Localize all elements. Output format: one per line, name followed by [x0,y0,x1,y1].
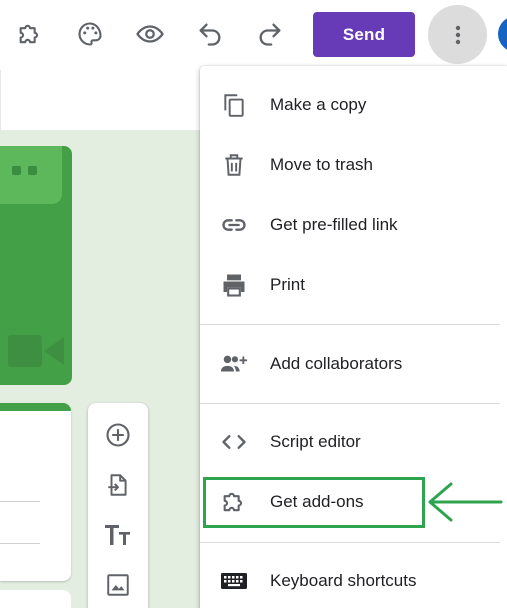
side-toolbar [88,403,148,608]
menu-item-add-collaborators[interactable]: Add collaborators [200,336,500,392]
image-icon[interactable] [100,567,136,603]
preview-eye-icon[interactable] [132,16,168,52]
add-people-icon [220,350,248,378]
printer-icon [220,271,248,299]
link-icon [220,211,248,239]
answer-line [0,501,40,502]
menu-item-label: Move to trash [270,155,373,174]
undo-icon[interactable] [192,16,228,52]
more-vert-icon [455,25,460,44]
top-toolbar: Send [0,0,507,70]
palette-icon[interactable] [72,16,108,52]
header-dot [28,166,37,175]
question-card[interactable] [0,590,71,608]
code-icon [220,428,248,456]
add-question-icon[interactable] [100,417,136,453]
answer-line [0,543,40,544]
menu-item-make-a-copy[interactable]: Make a copy [200,77,500,133]
video-camera-icon [8,335,64,367]
menu-item-label: Add collaborators [270,354,403,373]
more-options-button[interactable] [428,5,487,64]
forms-editor: Send Make a copy Move to trash Get pre-f… [0,0,507,608]
menu-item-label: Get pre-filled link [270,215,398,234]
menu-divider [200,324,500,325]
header-decoration [0,146,62,204]
form-header-card [0,146,72,385]
title-text-icon[interactable] [100,517,136,553]
menu-item-get-pre-filled-link[interactable]: Get pre-filled link [200,197,500,253]
keyboard-icon [220,567,248,595]
pointer-arrow-icon [428,482,503,522]
header-dot [12,166,21,175]
menu-item-script-editor[interactable]: Script editor [200,414,500,470]
menu-item-move-to-trash[interactable]: Move to trash [200,137,500,193]
highlight-box [203,477,425,528]
menu-item-label: Print [270,275,305,294]
addons-puzzle-icon[interactable] [12,16,48,52]
import-question-icon[interactable] [100,467,136,503]
menu-divider [200,542,500,543]
trash-icon [220,151,248,179]
menu-item-keyboard-shortcuts[interactable]: Keyboard shortcuts [200,553,500,608]
avatar[interactable] [498,16,507,52]
copy-icon [220,91,248,119]
redo-icon[interactable] [252,16,288,52]
question-card[interactable] [0,403,71,581]
menu-item-label: Keyboard shortcuts [270,571,417,590]
send-button[interactable]: Send [313,12,415,57]
menu-item-label: Script editor [270,432,361,451]
canvas-top-strip [0,70,201,130]
menu-item-print[interactable]: Print [200,257,500,313]
menu-item-label: Make a copy [270,95,367,114]
menu-divider [200,403,500,404]
